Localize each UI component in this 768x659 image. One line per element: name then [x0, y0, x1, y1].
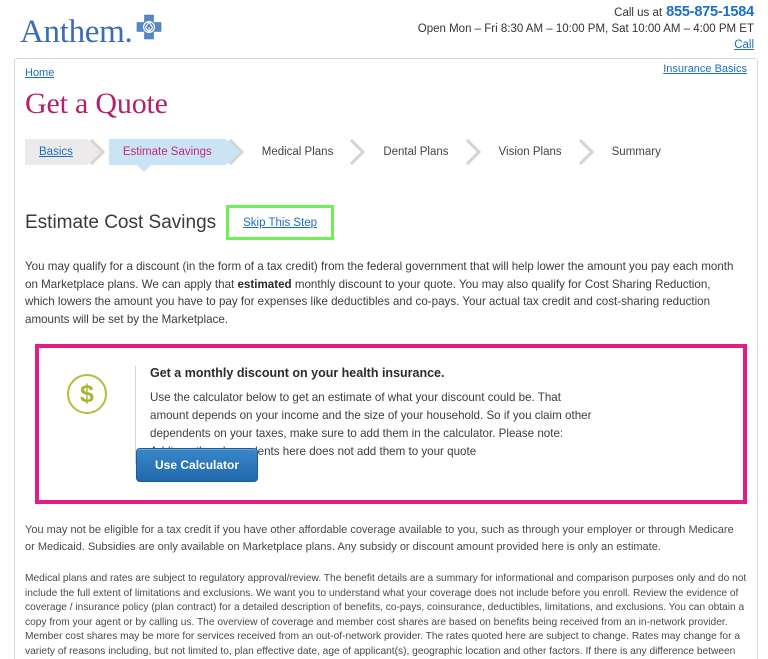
intro-bold-word: estimated — [237, 277, 292, 291]
step-vision-plans-label: Vision Plans — [498, 146, 562, 158]
section-header: Estimate Cost Savings Skip This Step — [25, 205, 757, 240]
step-basics-label: Basics — [39, 146, 73, 158]
phone-number[interactable]: 855-875-1584 — [666, 4, 754, 20]
call-link[interactable]: Call — [734, 37, 754, 53]
insurance-basics-link[interactable]: Insurance Basics — [663, 63, 747, 75]
chevron-separator-2-icon — [225, 139, 248, 165]
blue-cross-shield-icon — [136, 14, 162, 45]
intro-paragraph: You may qualify for a discount (in the f… — [25, 258, 735, 328]
contact-info: Call us at 855-875-1584 Open Mon – Fri 8:… — [418, 4, 754, 53]
chevron-separator-5-icon — [576, 139, 598, 165]
chevron-separator-3-icon — [347, 139, 369, 165]
skip-step-highlight-box: Skip This Step — [226, 205, 335, 240]
discount-callout-box: $ Get a monthly discount on your health … — [35, 344, 747, 504]
breadcrumb-home-link[interactable]: Home — [25, 67, 54, 79]
step-estimate-savings[interactable]: Estimate Savings — [108, 139, 226, 165]
site-header: Anthem. Call us at 855-875-1584 Open Mon … — [0, 0, 768, 58]
use-calculator-button[interactable]: Use Calculator — [136, 448, 259, 482]
legal-disclaimer: Medical plans and rates are subject to r… — [25, 573, 747, 657]
step-vision-plans[interactable]: Vision Plans — [485, 139, 576, 165]
step-dental-plans-label: Dental Plans — [383, 146, 449, 158]
dollar-coin-icon: $ — [67, 374, 107, 414]
business-hours: Open Mon – Fri 8:30 AM – 10:00 PM, Sat 1… — [417, 23, 754, 35]
chevron-separator-1-icon — [86, 139, 109, 165]
call-us-line: Call us at 855-875-1584 — [418, 4, 754, 21]
call-us-label: Call us at — [614, 7, 663, 19]
skip-this-step-link[interactable]: Skip This Step — [243, 217, 317, 229]
callout-row: $ Get a monthly discount on your health … — [39, 348, 743, 464]
active-step-pointer-icon — [137, 165, 151, 172]
anthem-logo[interactable]: Anthem. — [20, 14, 162, 50]
eligibility-note: You may not be eligible for a tax credit… — [25, 524, 734, 553]
step-medical-plans[interactable]: Medical Plans — [248, 139, 348, 165]
step-dental-plans[interactable]: Dental Plans — [369, 139, 462, 165]
step-progress-bar: Basics Estimate Savings Medical Plans De… — [25, 139, 757, 172]
chevron-separator-4-icon — [463, 139, 485, 165]
step-medical-plans-label: Medical Plans — [261, 146, 334, 158]
section-title: Estimate Cost Savings — [25, 211, 217, 233]
anthem-logo-text: Anthem. — [20, 14, 133, 50]
page-title: Get a Quote — [25, 87, 168, 120]
step-summary-label: Summary — [611, 146, 661, 158]
callout-heading: Get a monthly discount on your health in… — [150, 366, 445, 380]
content-panel: Home Insurance Basics Get a Quote Basics… — [14, 58, 758, 659]
step-estimate-savings-label: Estimate Savings — [122, 146, 212, 158]
dollar-badge-wrap: $ — [39, 360, 135, 464]
step-basics[interactable]: Basics — [25, 139, 87, 165]
breadcrumb: Home Insurance Basics — [15, 59, 757, 81]
step-summary[interactable]: Summary — [598, 139, 675, 165]
page-root: Anthem. Call us at 855-875-1584 Open Mon … — [0, 0, 768, 659]
